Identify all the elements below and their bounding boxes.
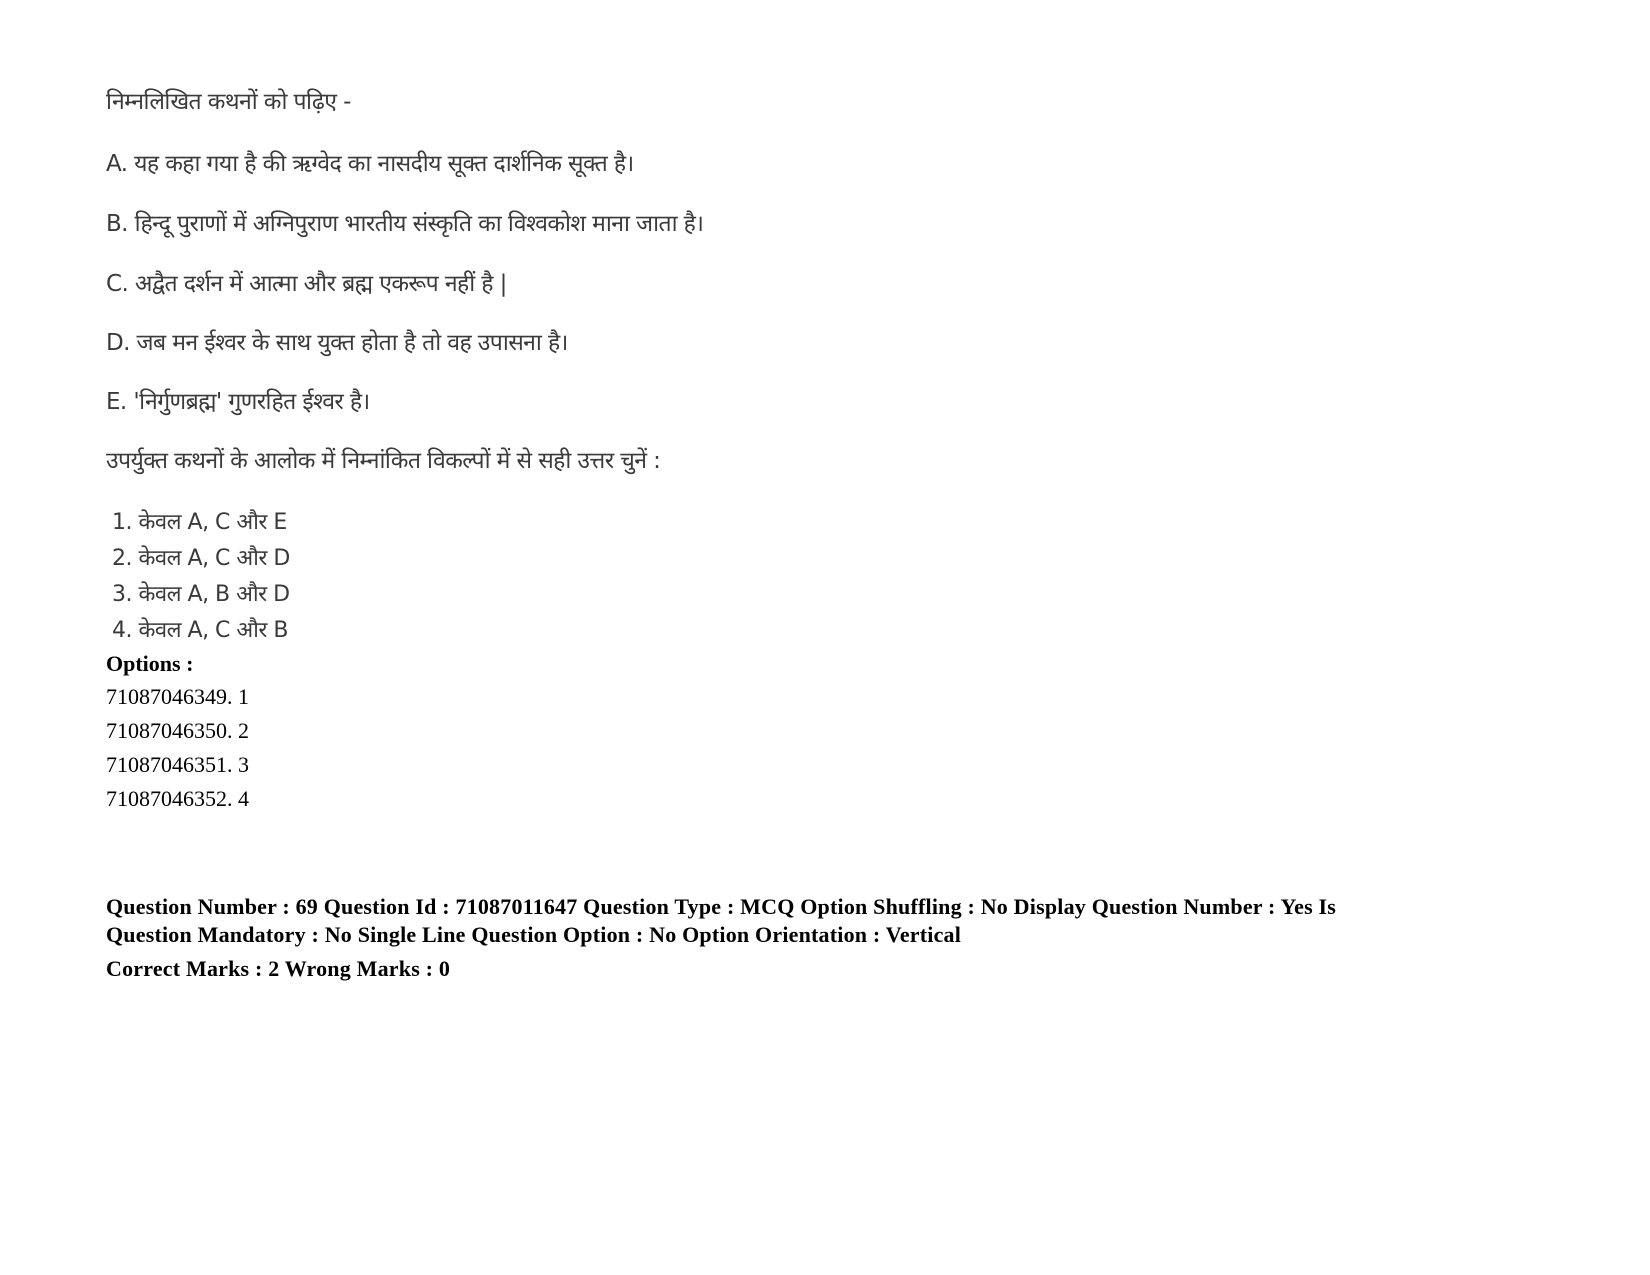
option-item: 71087046350. 2 <box>106 718 249 743</box>
question-meta-line2: Question Mandatory : No Single Line Ques… <box>106 922 962 947</box>
question-instruction: निम्नलिखित कथनों को पढ़िए - <box>106 89 351 115</box>
choice-1: 1. केवल A, C और E <box>112 510 287 535</box>
statement-a: A. यह कहा गया है की ऋग्वेद का नासदीय सूक… <box>106 151 634 177</box>
option-item: 71087046352. 4 <box>106 786 249 811</box>
choice-2: 2. केवल A, C और D <box>112 546 290 571</box>
option-item: 71087046349. 1 <box>106 684 249 709</box>
choice-4: 4. केवल A, C और B <box>112 618 289 643</box>
statement-c: C. अद्वैत दर्शन में आत्मा और ब्रह्म एकरू… <box>106 271 507 297</box>
statement-d: D. जब मन ईश्वर के साथ युक्त होता है तो व… <box>106 330 568 356</box>
statement-b: B. हिन्दू पुराणों में अग्निपुराण भारतीय … <box>106 211 704 237</box>
question-prompt: उपर्युक्त कथनों के आलोक में निम्नांकित व… <box>106 448 661 474</box>
question-marks: Correct Marks : 2 Wrong Marks : 0 <box>106 956 451 981</box>
options-heading: Options : <box>106 651 194 676</box>
option-item: 71087046351. 3 <box>106 752 249 777</box>
choice-3: 3. केवल A, B और D <box>112 582 290 607</box>
question-meta-line1: Question Number : 69 Question Id : 71087… <box>106 894 1337 919</box>
question-meta: Question Number : 69 Question Id : 71087… <box>106 893 1546 949</box>
statement-e: E. 'निर्गुणब्रह्म' गुणरहित ईश्वर है। <box>106 389 370 415</box>
